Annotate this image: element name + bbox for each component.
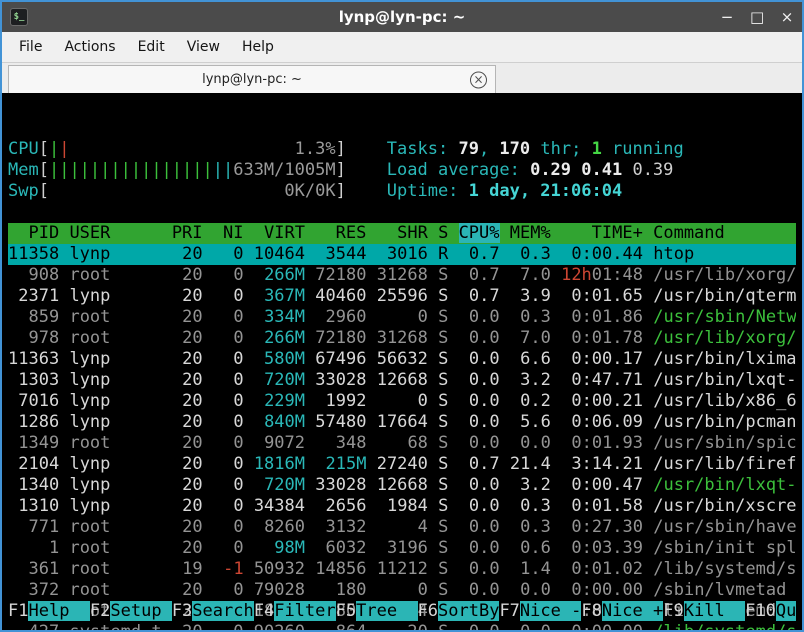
- minimize-icon[interactable]: −: [720, 8, 734, 26]
- function-key-bar: F1Help F2Setup F3SearchF4FilterF5Tree F6…: [8, 601, 796, 622]
- cpu-meter-value: 1.3%: [295, 139, 336, 159]
- menu-file[interactable]: File: [8, 34, 53, 60]
- blank-line: [8, 202, 796, 223]
- close-icon[interactable]: ×: [780, 8, 794, 26]
- process-row[interactable]: 1 root 20 0 98M 6032 3196 S 0.0 0.6 0:03…: [8, 538, 796, 559]
- htop-output: CPU[|| 1.3%] Tasks: 79, 170 thr; 1 runni…: [8, 139, 802, 630]
- swp-meter-line: Swp[ 0K/0K] Uptime: 1 day, 21:06:04: [8, 181, 796, 202]
- terminal-app-icon-glyph: $_: [14, 12, 25, 22]
- process-row[interactable]: 1303 lynp 20 0 720M 33028 12668 S 0.0 3.…: [8, 370, 796, 391]
- process-row[interactable]: 2371 lynp 20 0 367M 40460 25596 S 0.7 3.…: [8, 286, 796, 307]
- titlebar[interactable]: $_ lynp@lyn-pc: ~ − □ ×: [2, 2, 802, 32]
- fnkey-f1[interactable]: F1Help: [8, 601, 90, 621]
- tab-close-icon[interactable]: ×: [470, 71, 487, 88]
- menu-help[interactable]: Help: [231, 34, 285, 60]
- fnkey-f7[interactable]: F7Nice -: [499, 601, 581, 621]
- process-row[interactable]: 1286 lynp 20 0 840M 57480 17664 S 0.0 5.…: [8, 412, 796, 433]
- fnkey-f9[interactable]: F9Kill: [663, 601, 745, 621]
- process-row[interactable]: 771 root 20 0 8260 3132 4 S 0.0 0.3 0:27…: [8, 517, 796, 538]
- terminal-tab[interactable]: lynp@lyn-pc: ~ ×: [8, 65, 496, 93]
- window-controls: − □ ×: [714, 8, 794, 26]
- process-row[interactable]: 2104 lynp 20 0 1816M 215M 27240 S 0.7 21…: [8, 454, 796, 475]
- column-header-ni[interactable]: NI: [213, 223, 244, 243]
- menu-edit[interactable]: Edit: [127, 34, 176, 60]
- cpu-meter-line: CPU[|| 1.3%] Tasks: 79, 170 thr; 1 runni…: [8, 139, 796, 160]
- menu-view[interactable]: View: [176, 34, 231, 60]
- process-row[interactable]: 427 systemd-t 20 0 90260 864 20 S 0.0 0.…: [8, 622, 796, 630]
- process-row[interactable]: 908 root 20 0 266M 72180 31268 S 0.7 7.0…: [8, 265, 796, 286]
- mem-meter-label: Mem: [8, 160, 39, 180]
- tab-close-glyph: ×: [473, 74, 483, 86]
- process-row[interactable]: 1340 lynp 20 0 720M 33028 12668 S 0.0 3.…: [8, 475, 796, 496]
- column-header-res[interactable]: RES: [315, 223, 366, 243]
- process-row[interactable]: 11358 lynp 20 0 10464 3544 3016 R 0.7 0.…: [8, 244, 796, 265]
- column-header-user[interactable]: USER: [69, 223, 161, 243]
- process-row[interactable]: 11363 lynp 20 0 580M 67496 56632 S 0.0 6…: [8, 349, 796, 370]
- tasks-info: Tasks: 79, 170 thr; 1 running: [387, 139, 684, 159]
- menubar: File Actions Edit View Help: [2, 32, 802, 63]
- mem-meter-bar: ||: [213, 160, 233, 180]
- tab-title: lynp@lyn-pc: ~: [202, 72, 302, 87]
- fnkey-f6[interactable]: F6SortBy: [418, 601, 500, 621]
- mem-meter-value: 633M/1005M: [233, 160, 335, 180]
- load-info: Load average: 0.29 0.41 0.39: [387, 160, 674, 180]
- mem-meter-bar: ||||||||||||||||: [49, 160, 213, 180]
- terminal[interactable]: CPU[|| 1.3%] Tasks: 79, 170 thr; 1 runni…: [2, 93, 802, 630]
- swp-meter-value: 0K/0K: [284, 181, 335, 201]
- column-header-pid[interactable]: PID: [8, 223, 59, 243]
- menu-actions[interactable]: Actions: [53, 34, 126, 60]
- column-header-mem[interactable]: MEM%: [510, 223, 551, 243]
- process-row[interactable]: 1310 lynp 20 0 34384 2656 1984 S 0.0 0.3…: [8, 496, 796, 517]
- process-row[interactable]: 859 root 20 0 334M 2960 0 S 0.0 0.3 0:01…: [8, 307, 796, 328]
- terminal-window: $_ lynp@lyn-pc: ~ − □ × File Actions Edi…: [0, 0, 804, 632]
- fnkey-f4[interactable]: F4Filter: [254, 601, 336, 621]
- cpu-meter-bar: |: [59, 139, 69, 159]
- process-row[interactable]: 1349 root 20 0 9072 348 68 S 0.0 0.0 0:0…: [8, 433, 796, 454]
- fnkey-f2[interactable]: F2Setup: [90, 601, 172, 621]
- process-row[interactable]: 7016 lynp 20 0 229M 1992 0 S 0.0 0.2 0:0…: [8, 391, 796, 412]
- column-header-pri[interactable]: PRI: [172, 223, 203, 243]
- column-header-s[interactable]: S: [438, 223, 448, 243]
- column-header-virt[interactable]: VIRT: [254, 223, 305, 243]
- column-header-shr[interactable]: SHR: [377, 223, 428, 243]
- window-title: lynp@lyn-pc: ~: [90, 8, 714, 26]
- column-header-time[interactable]: TIME+: [561, 223, 643, 243]
- column-header-command[interactable]: Command: [653, 223, 796, 243]
- tabbar: lynp@lyn-pc: ~ ×: [2, 63, 802, 93]
- terminal-app-icon: $_: [10, 8, 28, 26]
- uptime-info: Uptime: 1 day, 21:06:04: [387, 181, 622, 201]
- fnkey-f5[interactable]: F5Tree: [336, 601, 418, 621]
- process-row[interactable]: 361 root 19 -1 50932 14856 11212 S 0.0 1…: [8, 559, 796, 580]
- titlebar-left: $_: [10, 8, 90, 26]
- column-header-cpu[interactable]: CPU%: [459, 223, 500, 243]
- fnkey-f8[interactable]: F8Nice +: [581, 601, 663, 621]
- cpu-meter-label: CPU: [8, 139, 39, 159]
- cpu-meter-bar: |: [49, 139, 59, 159]
- mem-meter-line: Mem[||||||||||||||||||633M/1005M] Load a…: [8, 160, 796, 181]
- table-header: PID USER PRI NI VIRT RES SHR S CPU% MEM%…: [8, 223, 796, 244]
- process-row[interactable]: 372 root 20 0 79028 180 0 S 0.0 0.0 0:00…: [8, 580, 796, 601]
- fnkey-f10[interactable]: F10Quit: [745, 601, 796, 621]
- maximize-icon[interactable]: □: [750, 8, 764, 26]
- process-row[interactable]: 978 root 20 0 266M 72180 31268 S 0.0 7.0…: [8, 328, 796, 349]
- swp-meter-label: Swp: [8, 181, 39, 201]
- fnkey-f3[interactable]: F3Search: [172, 601, 254, 621]
